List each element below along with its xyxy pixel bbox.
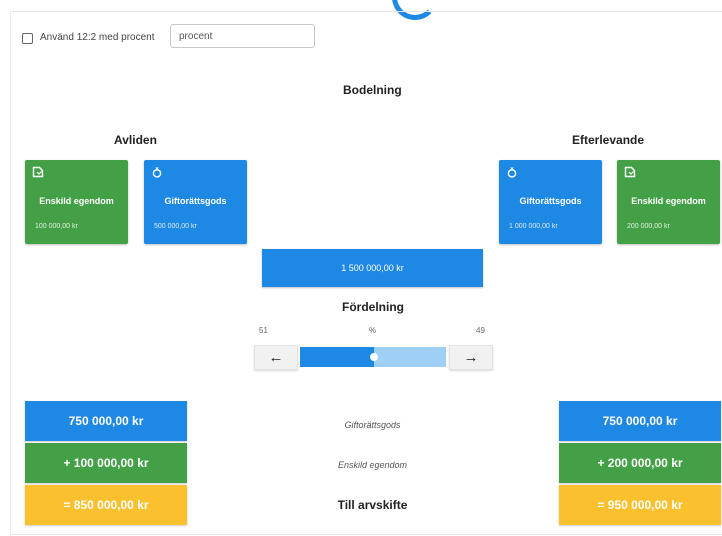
card-amount: 500 000,00 kr — [154, 223, 197, 230]
result-right-inheritance: = 950 000,00 kr — [559, 485, 721, 525]
distribution-heading: Fördelning — [342, 300, 404, 314]
card-label: Giftorättsgods — [519, 196, 582, 206]
use-percent-label: Använd 12:2 med procent — [40, 32, 155, 43]
slider-fill — [300, 347, 375, 367]
result-right-separate: + 200 000,00 kr — [559, 443, 721, 483]
use-percent-checkbox[interactable] — [22, 33, 33, 44]
card-amount: 200 000,00 kr — [627, 223, 670, 230]
distribution-right-value: 49 — [476, 326, 485, 335]
result-left-marital: 750 000,00 kr — [25, 401, 187, 441]
total-amount-bar: 1 500 000,00 kr — [262, 249, 483, 287]
result-row-label: Giftorättsgods — [344, 420, 401, 430]
card-label: Enskild egendom — [631, 196, 706, 206]
card-label: Enskild egendom — [39, 196, 114, 206]
brand-logo-arc — [392, 0, 438, 20]
heading-deceased: Avliden — [114, 133, 157, 147]
result-left-separate: + 100 000,00 kr — [25, 443, 187, 483]
divider — [10, 534, 722, 535]
ring-icon — [507, 167, 517, 178]
tag-icon — [624, 166, 636, 178]
card-deceased-separate-property[interactable]: Enskild egendom 100 000,00 kr — [25, 160, 128, 244]
card-amount: 1 000 000,00 kr — [509, 223, 558, 230]
tag-icon — [32, 166, 44, 178]
result-row-label-total: Till arvskifte — [337, 498, 408, 512]
heading-survivor: Efterlevande — [572, 133, 645, 147]
page-title: Bodelning — [343, 83, 402, 97]
result-row-label: Enskild egendom — [337, 460, 408, 470]
divider — [10, 11, 722, 12]
shift-right-button[interactable]: → — [449, 345, 493, 370]
arrow-right-icon: → — [463, 349, 479, 366]
distribution-unit: % — [369, 326, 377, 335]
card-label: Giftorättsgods — [164, 196, 227, 206]
card-survivor-separate-property[interactable]: Enskild egendom 200 000,00 kr — [617, 160, 720, 244]
slider-thumb[interactable] — [370, 353, 379, 361]
divider — [10, 11, 11, 536]
ring-icon — [152, 167, 162, 178]
shift-left-button[interactable]: ← — [254, 345, 298, 370]
distribution-left-value: 51 — [259, 326, 268, 335]
distribution-slider[interactable] — [300, 347, 446, 367]
arrow-left-icon: ← — [268, 349, 284, 366]
card-survivor-marital-property[interactable]: Giftorättsgods 1 000 000,00 kr — [499, 160, 602, 244]
result-left-inheritance: = 850 000,00 kr — [25, 485, 187, 525]
result-right-marital: 750 000,00 kr — [559, 401, 721, 441]
card-deceased-marital-property[interactable]: Giftorättsgods 500 000,00 kr — [144, 160, 247, 244]
percent-input[interactable] — [170, 24, 315, 48]
card-amount: 100 000,00 kr — [35, 223, 78, 230]
